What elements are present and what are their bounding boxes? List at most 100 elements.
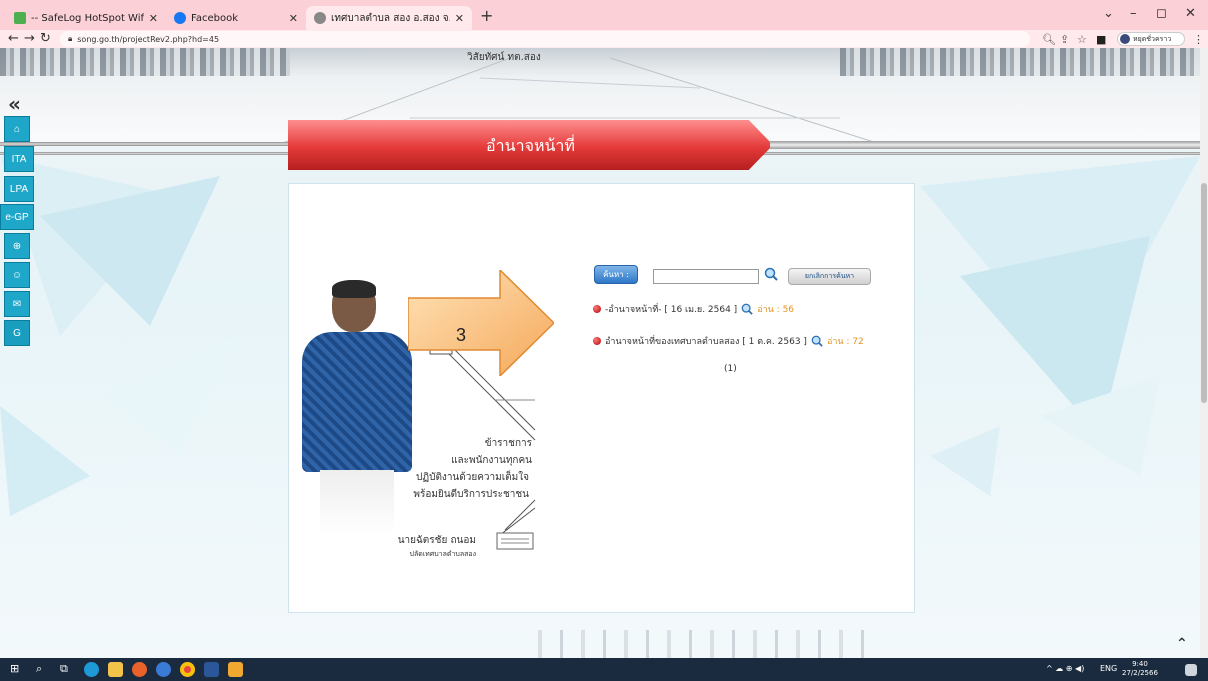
language-indicator[interactable]: ENG	[1100, 664, 1117, 673]
cancel-search-button[interactable]: ยกเลิกการค้นหา	[788, 268, 871, 285]
hair	[332, 280, 376, 298]
poster-line-4: พร้อมยินดีบริการประชาชน	[413, 489, 529, 500]
view-icon[interactable]	[741, 303, 753, 315]
forward-arrow-icon[interactable]: →	[24, 31, 35, 46]
globe-favicon-icon	[314, 12, 326, 24]
view-icon[interactable]	[811, 335, 823, 347]
share-icon[interactable]: ⇪	[1060, 33, 1069, 46]
egp-label: e-GP	[5, 211, 29, 223]
file-explorer-icon[interactable]	[108, 662, 123, 677]
bookmark-star-icon[interactable]: ☆	[1077, 33, 1087, 46]
city-skyline-right	[840, 48, 1200, 76]
sidebar-collapse-icon[interactable]: «	[8, 92, 21, 116]
tab-title: -- SafeLog HotSpot Wifi Interne	[31, 12, 144, 24]
home-icon: ⌂	[13, 123, 21, 135]
facebook-favicon-icon	[174, 12, 186, 24]
bullet-icon	[593, 305, 601, 313]
app-icon-2[interactable]	[228, 662, 243, 677]
task-view-icon[interactable]: ⧉	[60, 662, 75, 677]
reload-icon[interactable]: ↻	[40, 31, 51, 46]
annotation-arrow	[408, 270, 554, 376]
bullet-icon	[593, 337, 601, 345]
poster-line-1: ข้าราชการ	[484, 438, 532, 449]
menu-kebab-icon[interactable]: ⋮	[1193, 33, 1204, 46]
section-title-banner: อำนาจหน้าที่	[288, 120, 773, 170]
tab-song-active[interactable]: เทศบาลตำบล สอง อ.สอง จ.แพร่ Build ✕	[306, 6, 472, 30]
poster-position: ปลัดเทศบาลตำบลสอง	[409, 550, 477, 558]
lock-icon: 🔒︎	[68, 34, 73, 43]
scroll-to-top-icon[interactable]: ⌃	[1176, 636, 1188, 652]
side-panel-icon[interactable]: ■	[1096, 33, 1106, 46]
city-skyline-left	[0, 48, 290, 76]
firefox-icon[interactable]	[132, 662, 147, 677]
notification-icon[interactable]	[1185, 664, 1197, 676]
avatar	[1120, 34, 1130, 44]
close-icon[interactable]: ✕	[149, 12, 158, 25]
search-button[interactable]: ค้นหา :	[594, 265, 638, 284]
page-scrollbar[interactable]	[1200, 48, 1208, 658]
clock-time: 9:40	[1132, 660, 1148, 668]
footer-skyline	[520, 630, 880, 658]
tab-search-icon[interactable]: ⌄	[1103, 6, 1114, 21]
minimize-button[interactable]: –	[1130, 6, 1137, 21]
search-icon[interactable]	[764, 267, 778, 281]
profile-label: หยุดชั่วคราว	[1133, 34, 1172, 43]
sidebar-translate-button[interactable]: G	[4, 320, 30, 346]
poster-line-3: ปฏิบัติงานด้วยความเต็มใจ	[416, 472, 529, 483]
tray-icons[interactable]: ^ ☁ ⊕ ◀︎)	[1046, 664, 1084, 673]
edge-icon[interactable]	[84, 662, 99, 677]
safelog-favicon-icon	[14, 12, 26, 24]
item-title[interactable]: อำนาจหน้าที่ของเทศบาลตำบลสอง [ 1 ต.ค. 25…	[605, 334, 807, 348]
sidebar-ita-button[interactable]: ITA	[4, 146, 34, 172]
tab-safelog[interactable]: -- SafeLog HotSpot Wifi Interne ✕	[6, 6, 166, 30]
sidebar-mail-button[interactable]: ✉	[4, 291, 30, 317]
sidebar-lpa-button[interactable]: LPA	[4, 176, 34, 202]
lpa-label: LPA	[9, 183, 29, 195]
windows-taskbar: ⊞ ⌕ ⧉ ^ ☁ ⊕ ◀︎) ENG 9:40 27/2/2566	[0, 658, 1208, 681]
section-title: อำนาจหน้าที่	[486, 136, 575, 155]
profile-button[interactable]: หยุดชั่วคราว	[1117, 32, 1185, 46]
user-icon: ☺	[11, 269, 23, 281]
close-icon[interactable]: ✕	[289, 12, 298, 25]
address-bar[interactable]: 🔒︎ song.go.th/projectRev2.php?hd=45	[60, 31, 1030, 47]
scrollbar-thumb[interactable]	[1201, 183, 1207, 403]
new-tab-button[interactable]: +	[480, 6, 493, 25]
taskbar-search-icon[interactable]: ⌕	[36, 662, 51, 677]
zoom-icon[interactable]: 🔍︎	[1042, 33, 1056, 46]
sidebar-user-button[interactable]: ☺	[4, 262, 30, 288]
sidebar-home-button[interactable]: ⌂	[4, 116, 30, 142]
list-item[interactable]: -อำนาจหน้าที่- [ 16 เม.ย. 2564 ] อ่าน : …	[593, 302, 794, 316]
system-clock[interactable]: 9:40 27/2/2566	[1122, 660, 1158, 678]
shirt	[302, 332, 412, 472]
pagination[interactable]: (1)	[724, 364, 737, 374]
translate-icon: G	[13, 327, 21, 339]
browser-tab-bar: -- SafeLog HotSpot Wifi Interne ✕ Facebo…	[0, 0, 1208, 30]
read-count: อ่าน : 56	[757, 305, 795, 315]
chrome-icon[interactable]	[180, 662, 195, 677]
sidebar-egp-button[interactable]: e-GP	[0, 204, 34, 230]
maximize-button[interactable]: ◻	[1156, 6, 1167, 21]
ita-label: ITA	[11, 153, 27, 165]
tab-facebook[interactable]: Facebook ✕	[166, 6, 306, 30]
close-icon[interactable]: ✕	[455, 12, 464, 25]
windows-start-icon[interactable]: ⊞	[10, 662, 25, 677]
url-text: song.go.th/projectRev2.php?hd=45	[77, 34, 220, 44]
tab-title: Facebook	[191, 12, 238, 24]
banner-caption: วิสัยทัศน์ ทต.สอง	[467, 52, 541, 63]
clock-date: 27/2/2566	[1122, 669, 1158, 677]
word-icon[interactable]	[204, 662, 219, 677]
annotation-number: 3	[456, 325, 467, 345]
app-icon[interactable]	[156, 662, 171, 677]
browser-toolbar: ← → ↻ 🔒︎ song.go.th/projectRev2.php?hd=4…	[0, 30, 1208, 48]
tab-title: เทศบาลตำบล สอง อ.สอง จ.แพร่ Build	[331, 12, 450, 24]
sidebar-egp-globe-button[interactable]: ⊕	[4, 233, 30, 259]
back-arrow-icon[interactable]: ←	[8, 31, 19, 46]
list-item[interactable]: อำนาจหน้าที่ของเทศบาลตำบลสอง [ 1 ต.ค. 25…	[593, 334, 864, 348]
poster-name: นายฉัตรชัย ถนอม	[397, 535, 476, 546]
item-title[interactable]: -อำนาจหน้าที่- [ 16 เม.ย. 2564 ]	[605, 302, 737, 316]
search-input[interactable]	[653, 269, 759, 284]
poster-line-2: และพนักงานทุกคน	[451, 455, 532, 466]
section-title-rule	[770, 141, 1200, 149]
mail-icon: ✉	[12, 298, 22, 310]
close-window-button[interactable]: ✕	[1185, 6, 1196, 21]
